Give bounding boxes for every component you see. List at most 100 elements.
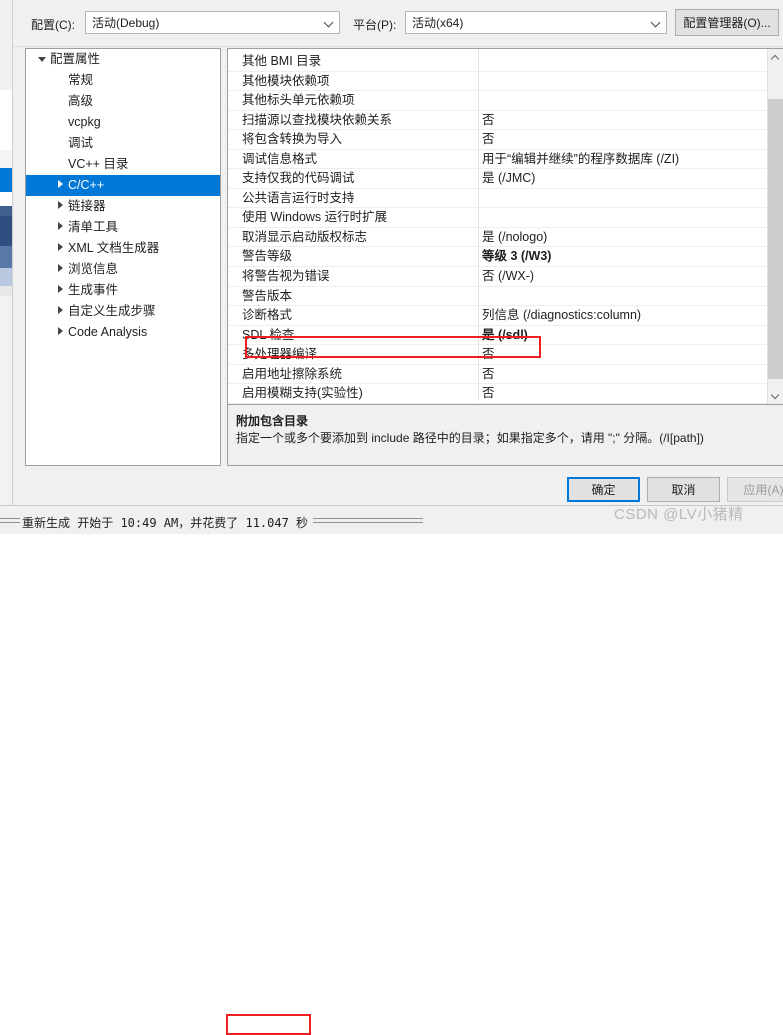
property-value[interactable]: 否 (/WX-) — [482, 267, 534, 286]
expand-chevron-icon[interactable] — [52, 258, 68, 279]
tree-item-10[interactable]: 浏览信息 — [26, 259, 220, 280]
tree-item-9[interactable]: XML 文档生成器 — [26, 238, 220, 259]
property-value[interactable]: 否 — [482, 130, 495, 149]
property-row[interactable]: 多处理器编译 否 — [228, 345, 768, 365]
property-row[interactable]: 将警告视为错误 否 (/WX-) — [228, 267, 768, 287]
property-row[interactable]: 支持仅我的代码调试 是 (/JMC) — [228, 169, 768, 189]
expand-chevron-icon[interactable] — [52, 174, 68, 195]
property-name: 取消显示启动版权标志 — [242, 229, 368, 244]
tree-item-label: 配置属性 — [50, 52, 101, 66]
property-name: 诊断格式 — [242, 308, 293, 323]
annotation-box-build-time — [226, 1014, 311, 1035]
property-name: 多处理器编译 — [242, 347, 318, 362]
property-row[interactable]: 调试信息格式 用于“编辑并继续”的程序数据库 (/ZI) — [228, 150, 768, 170]
property-row[interactable]: 扫描源以查找模块依赖关系 否 — [228, 111, 768, 131]
expand-chevron-icon[interactable] — [52, 195, 68, 216]
property-row[interactable]: 使用 Windows 运行时扩展 — [228, 208, 768, 228]
property-row[interactable]: 将包含转换为导入 否 — [228, 130, 768, 150]
property-grid-scrollbar[interactable] — [767, 49, 783, 404]
apply-button[interactable]: 应用(A) — [727, 477, 783, 502]
property-value[interactable]: 是 (/JMC) — [482, 169, 535, 188]
property-value[interactable]: 是 (/nologo) — [482, 228, 547, 247]
property-name: 警告等级 — [242, 249, 293, 264]
property-value[interactable]: 否 — [482, 384, 495, 403]
platform-label: 平台(P): — [353, 18, 397, 32]
tree-item-label: XML 文档生成器 — [68, 241, 160, 255]
tree-item-12[interactable]: 自定义生成步骤 — [26, 301, 220, 322]
configuration-tree[interactable]: 配置属性常规高级 vcpkg 调试 VC++ 目录 C/C++ 链接器清单工具 XML 文档… — [25, 48, 221, 466]
tree-item-5[interactable]: VC++ 目录 — [26, 154, 220, 175]
tree-item-label: Code Analysis — [68, 325, 148, 339]
property-name: 其他模块依赖项 — [242, 73, 330, 88]
expand-chevron-icon[interactable] — [52, 216, 68, 237]
scrollbar-thumb[interactable] — [768, 99, 783, 379]
watermark: CSDN @LV小猪精 — [614, 506, 744, 523]
collapse-chevron-icon[interactable] — [34, 49, 50, 69]
ok-button[interactable]: 确定 — [567, 477, 640, 502]
tree-item-4[interactable]: 调试 — [26, 133, 220, 154]
tree-item-11[interactable]: 生成事件 — [26, 280, 220, 301]
expand-chevron-icon[interactable] — [52, 321, 68, 342]
tree-item-6[interactable]: C/C++ — [26, 175, 220, 196]
configuration-manager-button[interactable]: 配置管理器(O)... — [675, 9, 779, 36]
scroll-up-icon[interactable] — [768, 49, 783, 66]
expand-chevron-icon[interactable] — [52, 279, 68, 300]
property-row[interactable]: 公共语言运行时支持 — [228, 189, 768, 209]
tree-item-label: vcpkg — [68, 115, 101, 129]
build-status-text: 重新生成 开始于 10:49 AM，并花费了 11.047 秒 — [22, 516, 309, 530]
expand-chevron-icon[interactable] — [52, 237, 68, 258]
tree-item-label: 常规 — [68, 73, 94, 87]
expand-chevron-icon[interactable] — [52, 300, 68, 321]
property-row[interactable]: 启用模糊支持(实验性) 否 — [228, 384, 768, 404]
property-value[interactable]: 否 — [482, 365, 495, 384]
properties-pane: 其他 BMI 目录 其他模块依赖项 其他标头单元依赖项 扫描源以查找模块依赖关系否将包… — [227, 48, 783, 466]
property-name: 将包含转换为导入 — [242, 132, 343, 147]
platform-combobox[interactable]: 活动(x64) — [405, 11, 667, 34]
property-value[interactable]: 否 — [482, 111, 495, 130]
scroll-down-icon[interactable] — [768, 387, 783, 404]
configuration-value: 活动(Debug) — [92, 16, 160, 30]
property-name: 将警告视为错误 — [242, 269, 330, 284]
property-name: 其他 BMI 目录 — [242, 54, 322, 68]
cancel-button[interactable]: 取消 — [647, 477, 720, 502]
tree-item-2[interactable]: 高级 — [26, 91, 220, 112]
tree-item-label: C/C++ — [68, 178, 105, 192]
property-name: SDL 检查 — [242, 327, 295, 342]
property-value[interactable]: 用于“编辑并继续”的程序数据库 (/ZI) — [482, 150, 679, 169]
property-value[interactable]: 否 — [482, 345, 495, 364]
property-row[interactable]: 取消显示启动版权标志 是 (/nologo) — [228, 228, 768, 248]
property-row[interactable]: 警告等级 等级 3 (/W3) — [228, 247, 768, 268]
tree-item-label: 高级 — [68, 94, 94, 108]
property-row[interactable]: 其他模块依赖项 — [228, 72, 768, 92]
background-sliver — [0, 0, 12, 533]
tree-item-label: 浏览信息 — [68, 262, 119, 276]
tree-item-8[interactable]: 清单工具 — [26, 217, 220, 238]
property-row[interactable]: 其他 BMI 目录 — [228, 52, 768, 72]
property-row[interactable]: SDL 检查 是 (/sdl) — [228, 326, 768, 346]
tree-item-1[interactable]: 常规 — [26, 70, 220, 91]
tree-item-label: 生成事件 — [68, 283, 119, 297]
property-name: 警告版本 — [242, 288, 293, 303]
description-title: 附加包含目录 — [236, 414, 309, 428]
configuration-combobox[interactable]: 活动(Debug) — [85, 11, 340, 34]
property-row[interactable]: 启用地址擦除系统 否 — [228, 365, 768, 385]
tree-item-label: 调试 — [68, 136, 94, 150]
property-row[interactable]: 警告版本 — [228, 287, 768, 307]
tree-item-3[interactable]: vcpkg — [26, 112, 220, 133]
tree-item-label: 链接器 — [68, 199, 106, 213]
description-text: 指定一个或多个要添加到 include 路径中的目录；如果指定多个，请用 ";"… — [236, 431, 704, 445]
chevron-down-icon — [319, 12, 339, 33]
property-name: 支持仅我的代码调试 — [242, 171, 355, 186]
property-name: 扫描源以查找模块依赖关系 — [242, 112, 393, 127]
property-value[interactable]: 是 (/sdl) — [482, 326, 528, 345]
tree-item-7[interactable]: 链接器 — [26, 196, 220, 217]
tree-item-13[interactable]: Code Analysis — [26, 322, 220, 343]
property-value[interactable]: 列信息 (/diagnostics:column) — [482, 306, 641, 325]
property-value[interactable]: 等级 3 (/W3) — [482, 247, 551, 266]
property-grid[interactable]: 其他 BMI 目录 其他模块依赖项 其他标头单元依赖项 扫描源以查找模块依赖关系否将包… — [228, 49, 783, 404]
property-row[interactable]: 诊断格式 列信息 (/diagnostics:column) — [228, 306, 768, 326]
platform-value: 活动(x64) — [412, 16, 464, 30]
property-pages-dialog: 配置(C): 活动(Debug) 平台(P): 活动(x64) 配置管理器(O)… — [12, 0, 783, 505]
property-row[interactable]: 其他标头单元依赖项 — [228, 91, 768, 111]
tree-item-0[interactable]: 配置属性 — [26, 49, 220, 70]
